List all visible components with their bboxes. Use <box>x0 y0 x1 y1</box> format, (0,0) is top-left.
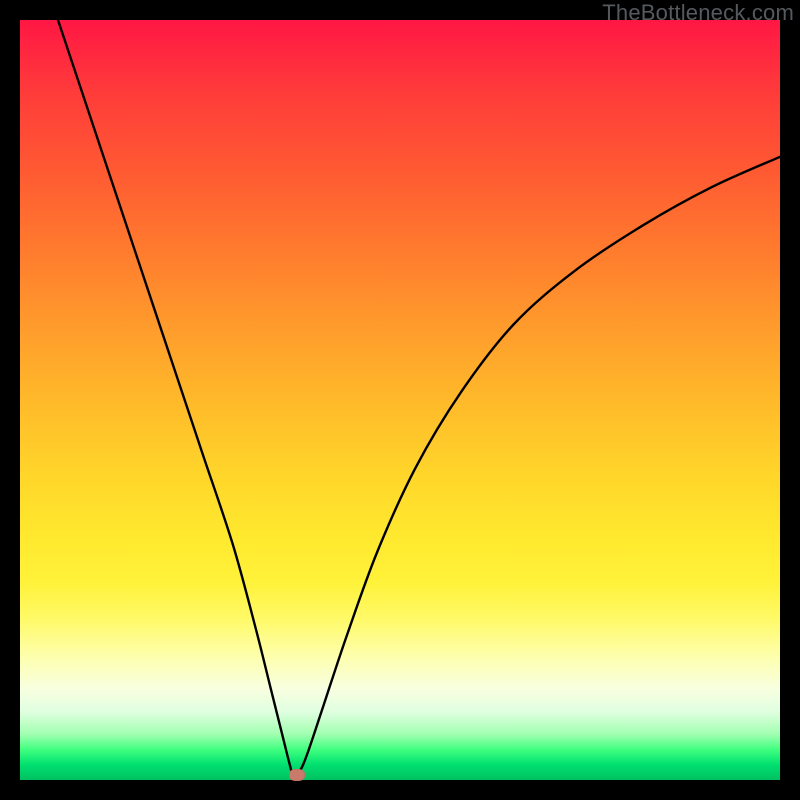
watermark-text: TheBottleneck.com <box>602 0 794 26</box>
plot-area <box>20 20 780 780</box>
optimum-marker <box>289 769 305 781</box>
